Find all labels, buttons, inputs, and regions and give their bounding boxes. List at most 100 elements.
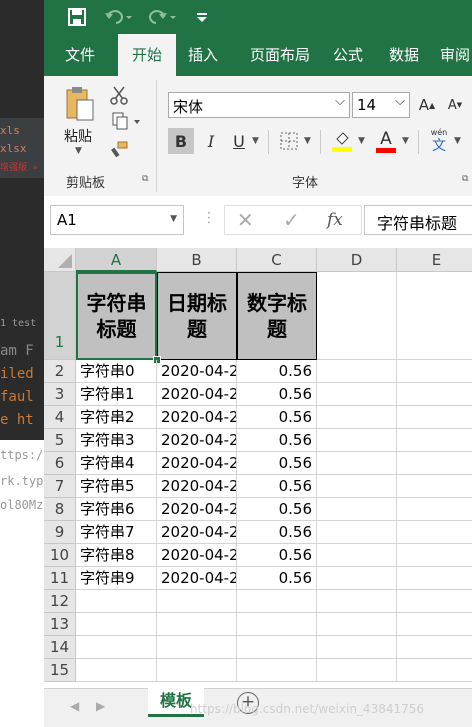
cell[interactable] <box>237 659 317 682</box>
cell[interactable] <box>317 590 397 613</box>
cell[interactable]: 2020-04-2 <box>157 544 237 567</box>
select-all-corner[interactable] <box>44 248 76 272</box>
underline-button[interactable]: U <box>228 128 250 154</box>
tab-formulas[interactable]: 公式 <box>326 34 370 76</box>
cell[interactable] <box>76 613 157 636</box>
font-color-icon[interactable]: A <box>374 128 398 154</box>
cell[interactable]: 0.56 <box>237 567 317 590</box>
cell[interactable]: 字符串7 <box>76 521 157 544</box>
cell[interactable] <box>157 590 237 613</box>
cell[interactable] <box>397 383 472 406</box>
row-header[interactable]: 11 <box>44 567 76 590</box>
cell[interactable]: 2020-04-2 <box>157 360 237 383</box>
row-header[interactable]: 8 <box>44 498 76 521</box>
cell[interactable] <box>397 452 472 475</box>
cell[interactable] <box>76 636 157 659</box>
enter-icon[interactable]: ✓ <box>283 208 300 232</box>
cell[interactable]: 2020-04-2 <box>157 567 237 590</box>
tab-insert[interactable]: 插入 <box>180 34 226 76</box>
cancel-icon[interactable]: ✕ <box>237 208 254 232</box>
cell[interactable]: 0.56 <box>237 521 317 544</box>
cell[interactable]: 2020-04-2 <box>157 406 237 429</box>
cell[interactable] <box>317 544 397 567</box>
column-header-d[interactable]: D <box>317 248 397 272</box>
cell[interactable] <box>317 429 397 452</box>
cell[interactable]: 2020-04-2 <box>157 521 237 544</box>
increase-font-size-icon[interactable]: A ▲ <box>416 94 438 116</box>
cell[interactable] <box>317 272 397 360</box>
chevron-down-icon[interactable]: ⌵ <box>335 94 345 109</box>
cell[interactable]: 字符串4 <box>76 452 157 475</box>
cell[interactable] <box>317 567 397 590</box>
cell[interactable]: 字符串5 <box>76 475 157 498</box>
redo-icon[interactable] <box>146 7 180 27</box>
format-painter-icon[interactable] <box>108 138 130 160</box>
cell[interactable] <box>397 521 472 544</box>
chevron-down-icon[interactable]: ⌵ <box>395 94 405 109</box>
cell[interactable]: 0.56 <box>237 383 317 406</box>
column-header-c[interactable]: C <box>237 248 317 272</box>
cell[interactable]: 0.56 <box>237 544 317 567</box>
cell[interactable] <box>317 360 397 383</box>
cell[interactable] <box>397 360 472 383</box>
cell[interactable] <box>397 613 472 636</box>
cell[interactable] <box>237 613 317 636</box>
cell[interactable]: 0.56 <box>237 360 317 383</box>
phonetic-dropdown-icon[interactable]: ▼ <box>454 136 461 146</box>
paste-dropdown-icon[interactable]: ▼ <box>75 146 82 156</box>
phonetic-guide-icon[interactable]: wén 文 <box>426 128 452 154</box>
header-cell-a1[interactable]: 字符串标题 <box>76 272 157 360</box>
row-header[interactable]: 10 <box>44 544 76 567</box>
cell[interactable] <box>397 590 472 613</box>
cell[interactable] <box>397 498 472 521</box>
bold-button[interactable]: B <box>168 128 194 154</box>
cell[interactable] <box>317 452 397 475</box>
column-header-b[interactable]: B <box>157 248 237 272</box>
row-header[interactable]: 9 <box>44 521 76 544</box>
cell[interactable] <box>317 406 397 429</box>
scroll-left-icon[interactable]: ◀ <box>70 699 79 713</box>
cell[interactable]: 字符串1 <box>76 383 157 406</box>
row-header[interactable]: 14 <box>44 636 76 659</box>
cell[interactable]: 2020-04-2 <box>157 383 237 406</box>
cell[interactable] <box>397 475 472 498</box>
borders-dropdown-icon[interactable]: ▼ <box>304 136 311 146</box>
column-header-e[interactable]: E <box>397 248 472 272</box>
name-box-dropdown-icon[interactable]: ▼ <box>170 214 177 224</box>
header-cell-b1[interactable]: 日期标题 <box>157 272 237 360</box>
underline-dropdown-icon[interactable]: ▼ <box>252 136 259 146</box>
cell[interactable]: 2020-04-2 <box>157 452 237 475</box>
cell[interactable] <box>157 613 237 636</box>
font-name-select[interactable]: 宋体 ⌵ <box>168 92 350 118</box>
cell[interactable]: 字符串9 <box>76 567 157 590</box>
cell[interactable] <box>317 613 397 636</box>
cell[interactable] <box>317 383 397 406</box>
cell[interactable]: 2020-04-2 <box>157 475 237 498</box>
cell[interactable] <box>157 659 237 682</box>
scroll-right-icon[interactable]: ▶ <box>96 699 105 713</box>
cell[interactable] <box>76 659 157 682</box>
tab-home[interactable]: 开始 <box>118 34 176 76</box>
tab-page-layout[interactable]: 页面布局 <box>236 34 324 76</box>
cell[interactable] <box>397 567 472 590</box>
font-color-dropdown-icon[interactable]: ▼ <box>402 136 409 146</box>
cell[interactable] <box>317 659 397 682</box>
cell[interactable]: 0.56 <box>237 406 317 429</box>
cell[interactable] <box>237 590 317 613</box>
tab-file[interactable]: 文件 <box>52 34 108 76</box>
name-box[interactable]: A1 ▼ <box>50 205 184 235</box>
cell[interactable]: 0.56 <box>237 429 317 452</box>
row-header[interactable]: 3 <box>44 383 76 406</box>
decrease-font-size-icon[interactable]: A ▼ <box>444 94 466 116</box>
row-header[interactable]: 15 <box>44 659 76 682</box>
fill-color-dropdown-icon[interactable]: ▼ <box>358 136 365 146</box>
undo-icon[interactable] <box>102 7 136 27</box>
cell[interactable] <box>317 498 397 521</box>
row-header[interactable]: 2 <box>44 360 76 383</box>
row-header[interactable]: 4 <box>44 406 76 429</box>
fill-color-icon[interactable] <box>330 128 354 154</box>
row-header[interactable]: 7 <box>44 475 76 498</box>
clipboard-launcher-icon[interactable]: ⧉ <box>142 174 148 184</box>
cell[interactable] <box>397 544 472 567</box>
cell[interactable] <box>397 272 472 360</box>
